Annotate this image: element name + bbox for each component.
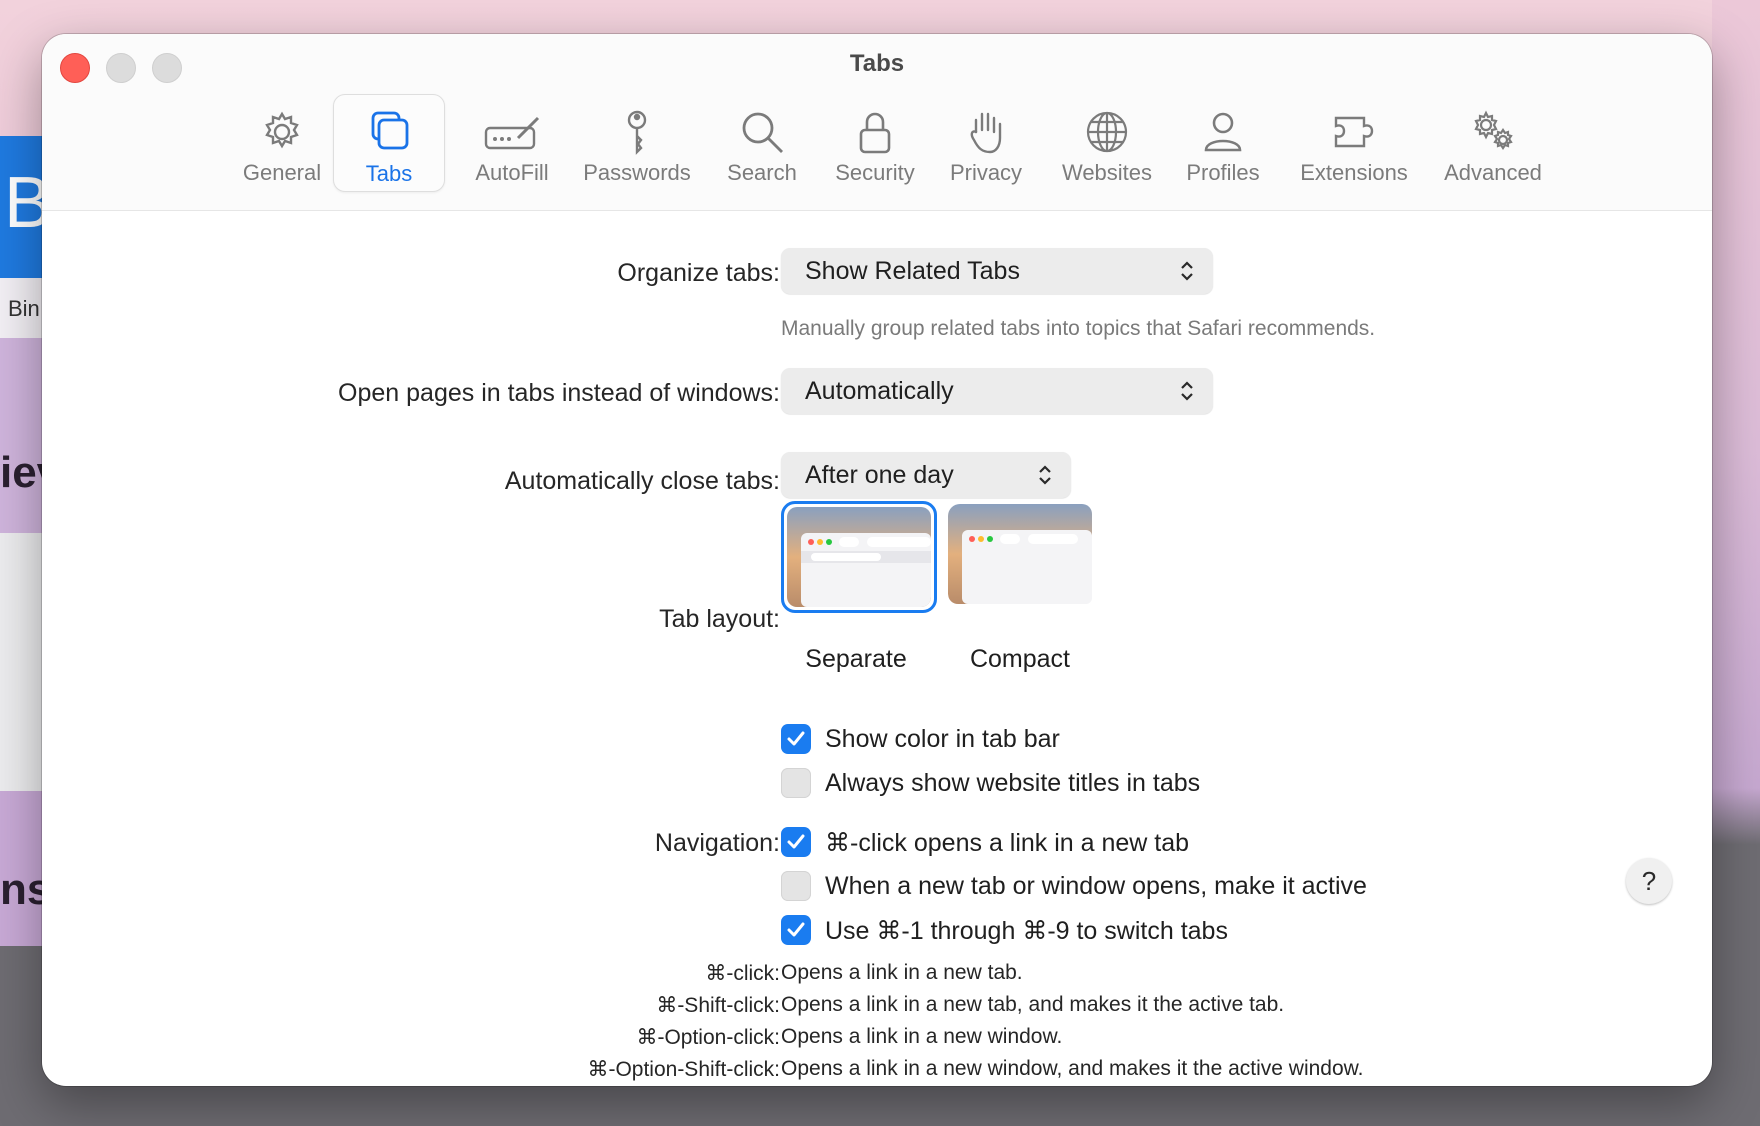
- cmd-click-checkbox[interactable]: [781, 827, 811, 857]
- auto-close-label: Automatically close tabs:: [504, 467, 780, 495]
- tab-layout-label: Tab layout:: [659, 605, 780, 633]
- always-show-titles-checkbox[interactable]: [781, 768, 811, 798]
- tab-privacy-label: Privacy: [949, 160, 1023, 185]
- open-pages-label: Open pages in tabs instead of windows:: [338, 379, 780, 407]
- tab-security[interactable]: Security: [816, 96, 934, 194]
- auto-close-popup[interactable]: After one day: [781, 452, 1071, 498]
- tab-general[interactable]: General: [228, 96, 336, 194]
- up-down-chevron-icon: [1181, 381, 1193, 401]
- make-active-checkbox[interactable]: [781, 871, 811, 901]
- tab-privacy[interactable]: Privacy: [932, 96, 1040, 194]
- up-down-chevron-icon: [1181, 261, 1193, 281]
- tab-advanced[interactable]: Advanced: [1418, 96, 1568, 194]
- puzzle-icon: [1330, 108, 1378, 156]
- open-pages-popup[interactable]: Automatically: [781, 368, 1213, 414]
- background-app-gray-panel: [0, 533, 48, 791]
- organize-tabs-value: Show Related Tabs: [805, 257, 1020, 285]
- hand-icon: [962, 108, 1010, 156]
- shortcut-description: Opens a link in a new window.: [781, 1025, 1063, 1048]
- gear-icon: [258, 108, 306, 156]
- compact-label: Compact: [969, 645, 1071, 673]
- shortcut-key-label: ⌘-Option-click:: [636, 1026, 780, 1049]
- tab-passwords[interactable]: Passwords: [570, 96, 704, 194]
- tab-extensions[interactable]: Extensions: [1280, 96, 1428, 194]
- tabs-settings-pane: Organize tabs: Show Related Tabs Manuall…: [42, 211, 1712, 1086]
- background-text: Bin: [8, 296, 40, 321]
- shortcut-description: Opens a link in a new tab.: [781, 961, 1023, 984]
- tab-extensions-label: Extensions: [1300, 160, 1408, 185]
- tab-websites-label: Websites: [1061, 160, 1153, 185]
- shortcut-key-label: ⌘-Shift-click:: [656, 994, 780, 1017]
- tab-profiles[interactable]: Profiles: [1166, 96, 1280, 194]
- up-down-chevron-icon: [1039, 465, 1051, 485]
- tabs-icon: [365, 107, 413, 155]
- shortcut-key-label: ⌘-Option-Shift-click:: [587, 1058, 780, 1081]
- preferences-toolbar: General Tabs AutoFill Passwords Search S…: [42, 94, 1712, 206]
- shortcut-key-label: ⌘-click:: [705, 962, 780, 985]
- tab-layout-compact-option[interactable]: [948, 504, 1096, 606]
- shortcut-description: Opens a link in a new tab, and makes it …: [781, 993, 1285, 1016]
- tab-passwords-label: Passwords: [583, 160, 691, 185]
- tab-search[interactable]: Search: [708, 96, 816, 194]
- autofill-icon: [482, 108, 542, 156]
- magnifier-icon: [738, 108, 786, 156]
- background-app-blue-panel: B: [0, 136, 52, 278]
- use-cmd-numbers-checkbox[interactable]: [781, 915, 811, 945]
- tab-security-label: Security: [835, 160, 915, 185]
- always-show-titles-label: Always show website titles in tabs: [825, 769, 1201, 797]
- separate-layout-thumbnail: [787, 507, 931, 607]
- gears-icon: [1469, 108, 1517, 156]
- help-button[interactable]: ?: [1626, 858, 1672, 904]
- organize-tabs-label: Organize tabs:: [617, 259, 780, 287]
- organize-tabs-popup[interactable]: Show Related Tabs: [781, 248, 1213, 294]
- tab-general-label: General: [242, 160, 322, 185]
- open-pages-value: Automatically: [805, 377, 954, 405]
- tab-tabs[interactable]: Tabs: [333, 94, 445, 192]
- show-color-label: Show color in tab bar: [825, 725, 1060, 753]
- person-icon: [1199, 108, 1247, 156]
- organize-tabs-hint: Manually group related tabs into topics …: [781, 317, 1376, 340]
- tab-websites[interactable]: Websites: [1044, 96, 1170, 194]
- tab-layout-separate-option[interactable]: [781, 501, 937, 613]
- checkmark-icon: [787, 834, 805, 849]
- titlebar: Tabs General Tabs AutoFill Passwords Sea…: [42, 34, 1712, 211]
- tab-search-label: Search: [727, 160, 797, 185]
- tab-profiles-label: Profiles: [1186, 160, 1260, 185]
- compact-layout-thumbnail: [948, 504, 1092, 604]
- lock-icon: [851, 108, 899, 156]
- auto-close-value: After one day: [805, 461, 954, 489]
- tab-advanced-label: Advanced: [1444, 160, 1542, 185]
- show-color-checkbox[interactable]: [781, 724, 811, 754]
- make-active-label: When a new tab or window opens, make it …: [825, 872, 1367, 900]
- globe-icon: [1083, 108, 1131, 156]
- background-app-lilac-panel-2: ns: [0, 791, 51, 946]
- checkmark-icon: [787, 731, 805, 746]
- background-app-white-panel: Bin: [0, 278, 48, 338]
- checkmark-icon: [787, 922, 805, 937]
- use-cmd-numbers-label: Use ⌘-1 through ⌘-9 to switch tabs: [825, 917, 1228, 945]
- shortcut-description: Opens a link in a new window, and makes …: [781, 1057, 1364, 1080]
- key-icon: [613, 108, 661, 156]
- cmd-click-label: ⌘-click opens a link in a new tab: [825, 829, 1190, 857]
- tab-autofill[interactable]: AutoFill: [454, 96, 570, 194]
- window-title: Tabs: [849, 50, 905, 77]
- tab-autofill-label: AutoFill: [475, 160, 549, 185]
- tab-tabs-label: Tabs: [365, 161, 413, 186]
- background-app-lilac-panel: iev: [0, 338, 61, 533]
- settings-window: Tabs General Tabs AutoFill Passwords Sea…: [42, 34, 1712, 1086]
- navigation-label: Navigation:: [654, 829, 780, 857]
